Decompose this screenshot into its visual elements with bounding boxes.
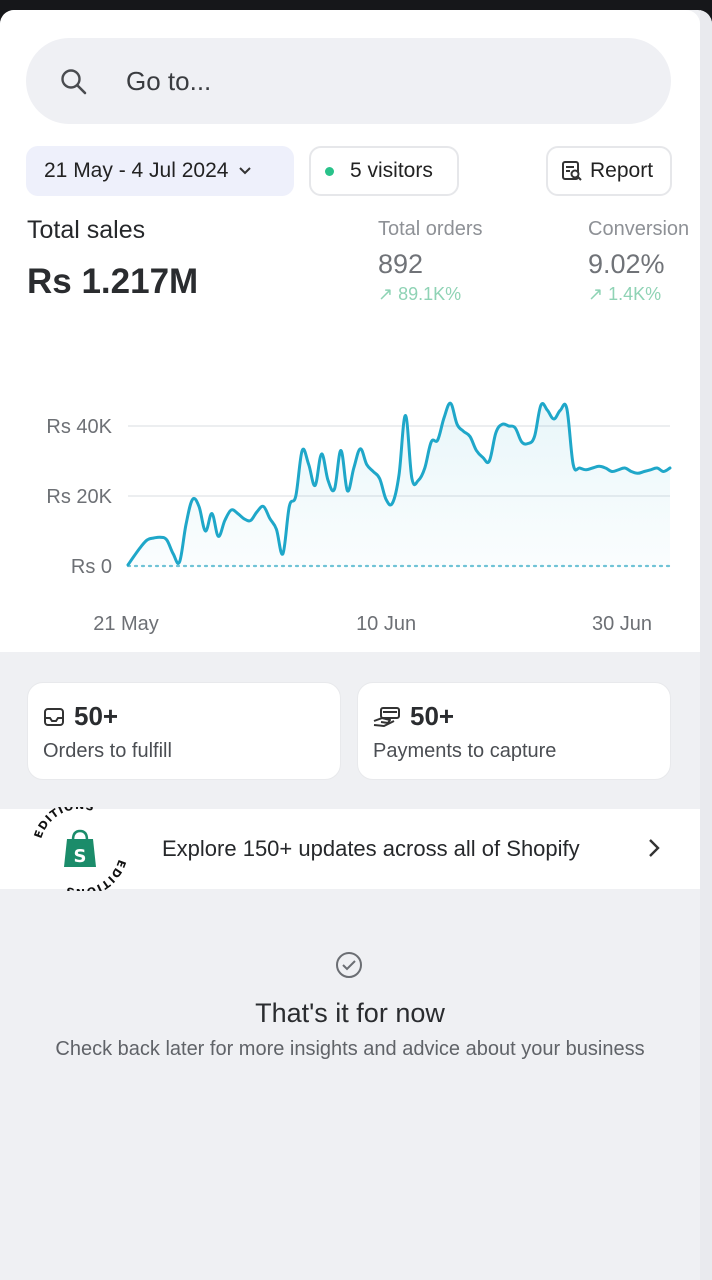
orders-count: 50+ — [74, 701, 119, 731]
report-icon — [562, 161, 582, 181]
date-range-label: 21 May - 4 Jul 2024 — [44, 159, 229, 182]
editions-badge-icon: EDITIONS EDITIONS S — [32, 807, 128, 891]
analytics-card: Go to... 21 May - 4 Jul 2024 5 visitors … — [0, 10, 700, 652]
x-tick-label: 30 Jun — [592, 613, 652, 635]
live-visitors-button[interactable]: 5 visitors — [309, 146, 459, 196]
y-tick-label: Rs 0 — [71, 556, 112, 578]
payments-to-capture-card[interactable]: 50+ Payments to capture — [357, 682, 671, 780]
total-orders-value: 892 — [378, 249, 424, 279]
search-bar[interactable]: Go to... — [26, 38, 671, 124]
empty-state-subtitle: Check back later for more insights and a… — [55, 1038, 645, 1060]
payments-label: Payments to capture — [373, 740, 557, 762]
app-screen: Go to... 21 May - 4 Jul 2024 5 visitors … — [0, 10, 712, 1280]
y-tick-label: Rs 20K — [46, 486, 112, 508]
search-icon — [61, 69, 87, 95]
total-orders-label: Total orders — [378, 218, 483, 240]
report-label: Report — [590, 159, 654, 182]
empty-state-title: That's it for now — [255, 998, 445, 1028]
chevron-down-icon — [239, 167, 252, 175]
total-sales-label: Total sales — [27, 216, 146, 244]
search-input[interactable]: Go to... — [126, 66, 211, 97]
sales-line-chart[interactable]: Rs 0 Rs 20K Rs 40K 21 May 10 Jun 30 Jun — [0, 340, 700, 650]
check-circle-icon — [336, 952, 362, 978]
sales-area — [128, 403, 670, 566]
conversion-label: Conversion — [588, 218, 690, 240]
x-tick-label: 21 May — [93, 613, 159, 635]
date-range-picker[interactable]: 21 May - 4 Jul 2024 — [26, 146, 294, 196]
live-dot-icon — [325, 166, 334, 176]
total-orders-change: ↗ 89.1K% — [378, 284, 462, 304]
edge-strip — [700, 10, 712, 1280]
editions-banner[interactable]: EDITIONS EDITIONS S Explore 150+ updates… — [0, 807, 700, 891]
banner-text: Explore 150+ updates across all of Shopi… — [162, 836, 580, 861]
svg-text:S: S — [74, 846, 87, 867]
inbox-icon — [44, 707, 64, 726]
chevron-right-icon — [649, 839, 660, 857]
payment-hand-icon — [373, 706, 400, 727]
conversion-value: 9.02% — [588, 249, 665, 279]
orders-to-fulfill-card[interactable]: 50+ Orders to fulfill — [27, 682, 341, 780]
visitors-label: 5 visitors — [350, 159, 433, 182]
y-tick-label: Rs 40K — [46, 416, 112, 438]
conversion-change: ↗ 1.4K% — [588, 284, 662, 304]
conversion-metric[interactable]: Conversion 9.02% ↗ 1.4K% — [588, 218, 700, 305]
total-sales-value: Rs 1.217M — [27, 262, 199, 301]
x-tick-label: 10 Jun — [356, 613, 416, 635]
total-orders-metric[interactable]: Total orders 892 ↗ 89.1K% — [378, 218, 483, 305]
payments-count: 50+ — [410, 701, 455, 731]
orders-label: Orders to fulfill — [43, 740, 172, 762]
report-button[interactable]: Report — [546, 146, 672, 196]
